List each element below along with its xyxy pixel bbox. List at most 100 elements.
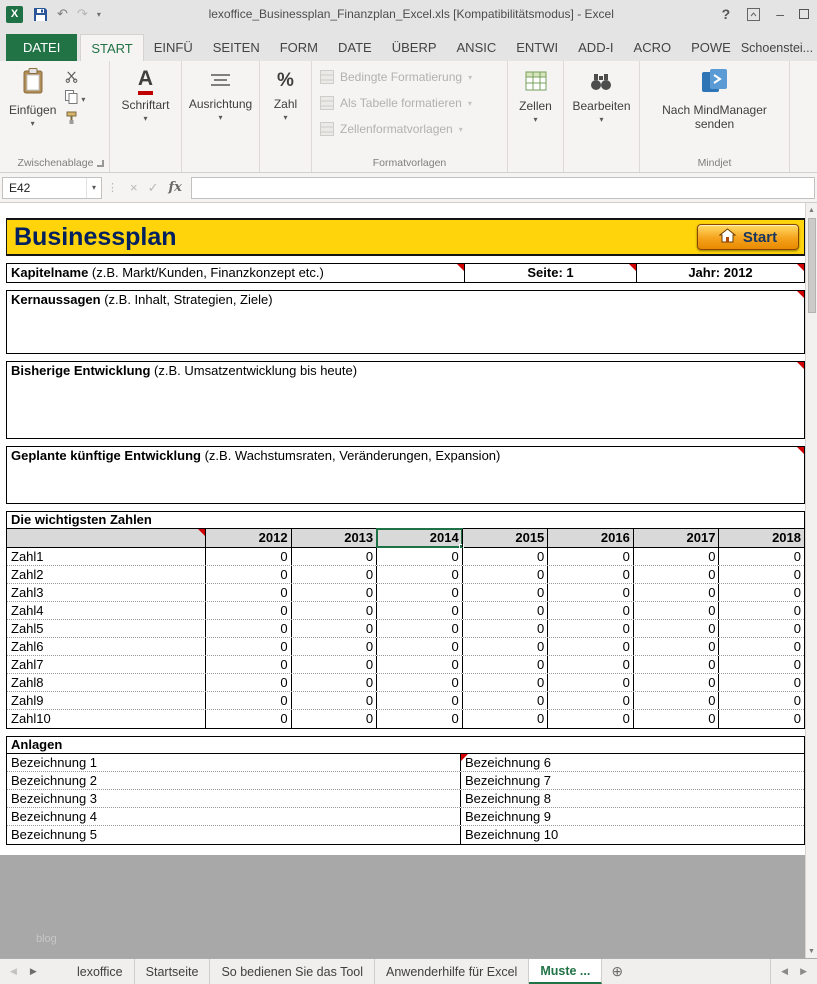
row-label-cell[interactable]: Zahl1 xyxy=(7,548,205,565)
value-cell[interactable]: 0 xyxy=(547,584,633,601)
add-sheet-icon[interactable]: ⊕ xyxy=(602,959,632,984)
copy-button[interactable]: ▾ xyxy=(65,92,85,107)
value-cell[interactable]: 0 xyxy=(633,692,719,709)
ribbon-tab-ansic[interactable]: ANSIC xyxy=(447,34,507,61)
value-cell[interactable]: 0 xyxy=(547,620,633,637)
account-menu[interactable]: Schoenstei... ▾ xyxy=(741,34,817,61)
scroll-up-icon[interactable]: ▲ xyxy=(806,203,817,217)
number-format-button[interactable]: % Zahl ▾ xyxy=(269,64,302,121)
cancel-icon[interactable]: × xyxy=(130,180,138,195)
value-cell[interactable]: 0 xyxy=(291,620,377,637)
row-label-cell[interactable]: Zahl3 xyxy=(7,584,205,601)
qat-customize-caret-icon[interactable]: ▾ xyxy=(97,10,101,19)
value-cell[interactable]: 0 xyxy=(547,710,633,728)
value-cell[interactable]: 0 xyxy=(291,584,377,601)
value-cell[interactable]: 0 xyxy=(205,620,291,637)
editing-button[interactable]: Bearbeiten ▾ xyxy=(567,64,635,123)
corner-header-cell[interactable] xyxy=(7,529,205,547)
value-cell[interactable]: 0 xyxy=(291,548,377,565)
value-cell[interactable]: 0 xyxy=(462,656,548,673)
value-cell[interactable]: 0 xyxy=(462,710,548,728)
value-cell[interactable]: 0 xyxy=(376,584,462,601)
value-cell[interactable]: 0 xyxy=(462,602,548,619)
ribbon-tab-seiten[interactable]: SEITEN xyxy=(203,34,270,61)
value-cell[interactable]: 0 xyxy=(547,602,633,619)
section-geplante-entwicklung[interactable]: Geplante künftige Entwicklung (z.B. Wach… xyxy=(6,446,805,504)
format-painter-button[interactable] xyxy=(65,113,85,128)
value-cell[interactable]: 0 xyxy=(291,710,377,728)
value-cell[interactable]: 0 xyxy=(547,656,633,673)
anlagen-cell-left[interactable]: Bezeichnung 2 xyxy=(7,772,461,789)
dialog-launcher-icon[interactable] xyxy=(97,160,104,167)
anlagen-cell-left[interactable]: Bezeichnung 1 xyxy=(7,754,461,771)
column-header-2015[interactable]: 2015 xyxy=(462,529,548,547)
value-cell[interactable]: 0 xyxy=(291,566,377,583)
value-cell[interactable]: 0 xyxy=(291,656,377,673)
value-cell[interactable]: 0 xyxy=(633,656,719,673)
ribbon-tab-einfü[interactable]: EINFÜ xyxy=(144,34,203,61)
row-label-cell[interactable]: Zahl10 xyxy=(7,710,205,728)
column-header-2016[interactable]: 2016 xyxy=(547,529,633,547)
section-bisherige-entwicklung[interactable]: Bisherige Entwicklung (z.B. Umsatzentwic… xyxy=(6,361,805,439)
column-header-2012[interactable]: 2012 xyxy=(205,529,291,547)
ribbon-tab-add-i[interactable]: ADD-I xyxy=(568,34,623,61)
ribbon-tab-start[interactable]: START xyxy=(80,34,143,61)
value-cell[interactable]: 0 xyxy=(376,692,462,709)
value-cell[interactable]: 0 xyxy=(462,692,548,709)
value-cell[interactable]: 0 xyxy=(205,548,291,565)
ribbon-tab-powe[interactable]: POWE xyxy=(681,34,741,61)
value-cell[interactable]: 0 xyxy=(547,674,633,691)
anlagen-cell-left[interactable]: Bezeichnung 5 xyxy=(7,826,461,844)
value-cell[interactable]: 0 xyxy=(718,548,804,565)
row-label-cell[interactable]: Zahl4 xyxy=(7,602,205,619)
value-cell[interactable]: 0 xyxy=(291,602,377,619)
column-header-2013[interactable]: 2013 xyxy=(291,529,377,547)
value-cell[interactable]: 0 xyxy=(718,584,804,601)
anlagen-cell-right[interactable]: Bezeichnung 9 xyxy=(461,808,804,825)
value-cell[interactable]: 0 xyxy=(462,584,548,601)
row-label-cell[interactable]: Zahl9 xyxy=(7,692,205,709)
ribbon-tab-date[interactable]: DATE xyxy=(328,34,382,61)
cut-button[interactable] xyxy=(65,71,85,86)
redo-icon[interactable]: ↷ xyxy=(77,6,88,22)
ribbon-tab-form[interactable]: FORM xyxy=(270,34,328,61)
value-cell[interactable]: 0 xyxy=(547,692,633,709)
row-label-cell[interactable]: Zahl7 xyxy=(7,656,205,673)
value-cell[interactable]: 0 xyxy=(462,638,548,655)
sheet-tab-lexoffice[interactable]: lexoffice xyxy=(66,959,135,984)
prev-sheet-icon[interactable]: ◀ xyxy=(10,966,17,977)
scroll-down-icon[interactable]: ▼ xyxy=(806,944,817,958)
value-cell[interactable]: 0 xyxy=(633,620,719,637)
row-label-cell[interactable]: Zahl5 xyxy=(7,620,205,637)
next-sheet-icon[interactable]: ▶ xyxy=(30,966,37,977)
sheet-tab-muste[interactable]: Muste ... xyxy=(529,959,602,984)
name-box[interactable]: E42 ▾ xyxy=(2,177,102,199)
value-cell[interactable]: 0 xyxy=(547,566,633,583)
value-cell[interactable]: 0 xyxy=(205,710,291,728)
font-button[interactable]: A Schriftart ▾ xyxy=(116,64,174,122)
anlagen-cell-left[interactable]: Bezeichnung 3 xyxy=(7,790,461,807)
mindmanager-send-button[interactable]: Nach MindManager senden xyxy=(654,64,776,131)
value-cell[interactable]: 0 xyxy=(633,710,719,728)
scrollbar-thumb[interactable] xyxy=(808,218,816,313)
value-cell[interactable]: 0 xyxy=(205,602,291,619)
maximize-icon[interactable] xyxy=(799,9,809,19)
value-cell[interactable]: 0 xyxy=(718,620,804,637)
kapitelname-cell[interactable]: Kapitelname (z.B. Markt/Kunden, Finanzko… xyxy=(7,264,465,282)
anlagen-cell-right[interactable]: Bezeichnung 10 xyxy=(461,826,804,844)
value-cell[interactable]: 0 xyxy=(205,692,291,709)
enter-check-icon[interactable]: ✓ xyxy=(148,180,159,196)
value-cell[interactable]: 0 xyxy=(376,548,462,565)
value-cell[interactable]: 0 xyxy=(205,566,291,583)
value-cell[interactable]: 0 xyxy=(376,602,462,619)
row-label-cell[interactable]: Zahl6 xyxy=(7,638,205,655)
alignment-button[interactable]: Ausrichtung ▾ xyxy=(184,64,257,121)
value-cell[interactable]: 0 xyxy=(547,548,633,565)
ribbon-tab-acro[interactable]: ACRO xyxy=(624,34,682,61)
minimize-icon[interactable]: – xyxy=(776,6,784,22)
chevron-down-icon[interactable]: ▾ xyxy=(86,178,101,198)
sheet-tab-anwenderhilfe-für-excel[interactable]: Anwenderhilfe für Excel xyxy=(375,959,529,984)
column-header-2014[interactable]: 2014 xyxy=(376,529,462,547)
save-icon[interactable] xyxy=(32,6,48,22)
value-cell[interactable]: 0 xyxy=(462,674,548,691)
